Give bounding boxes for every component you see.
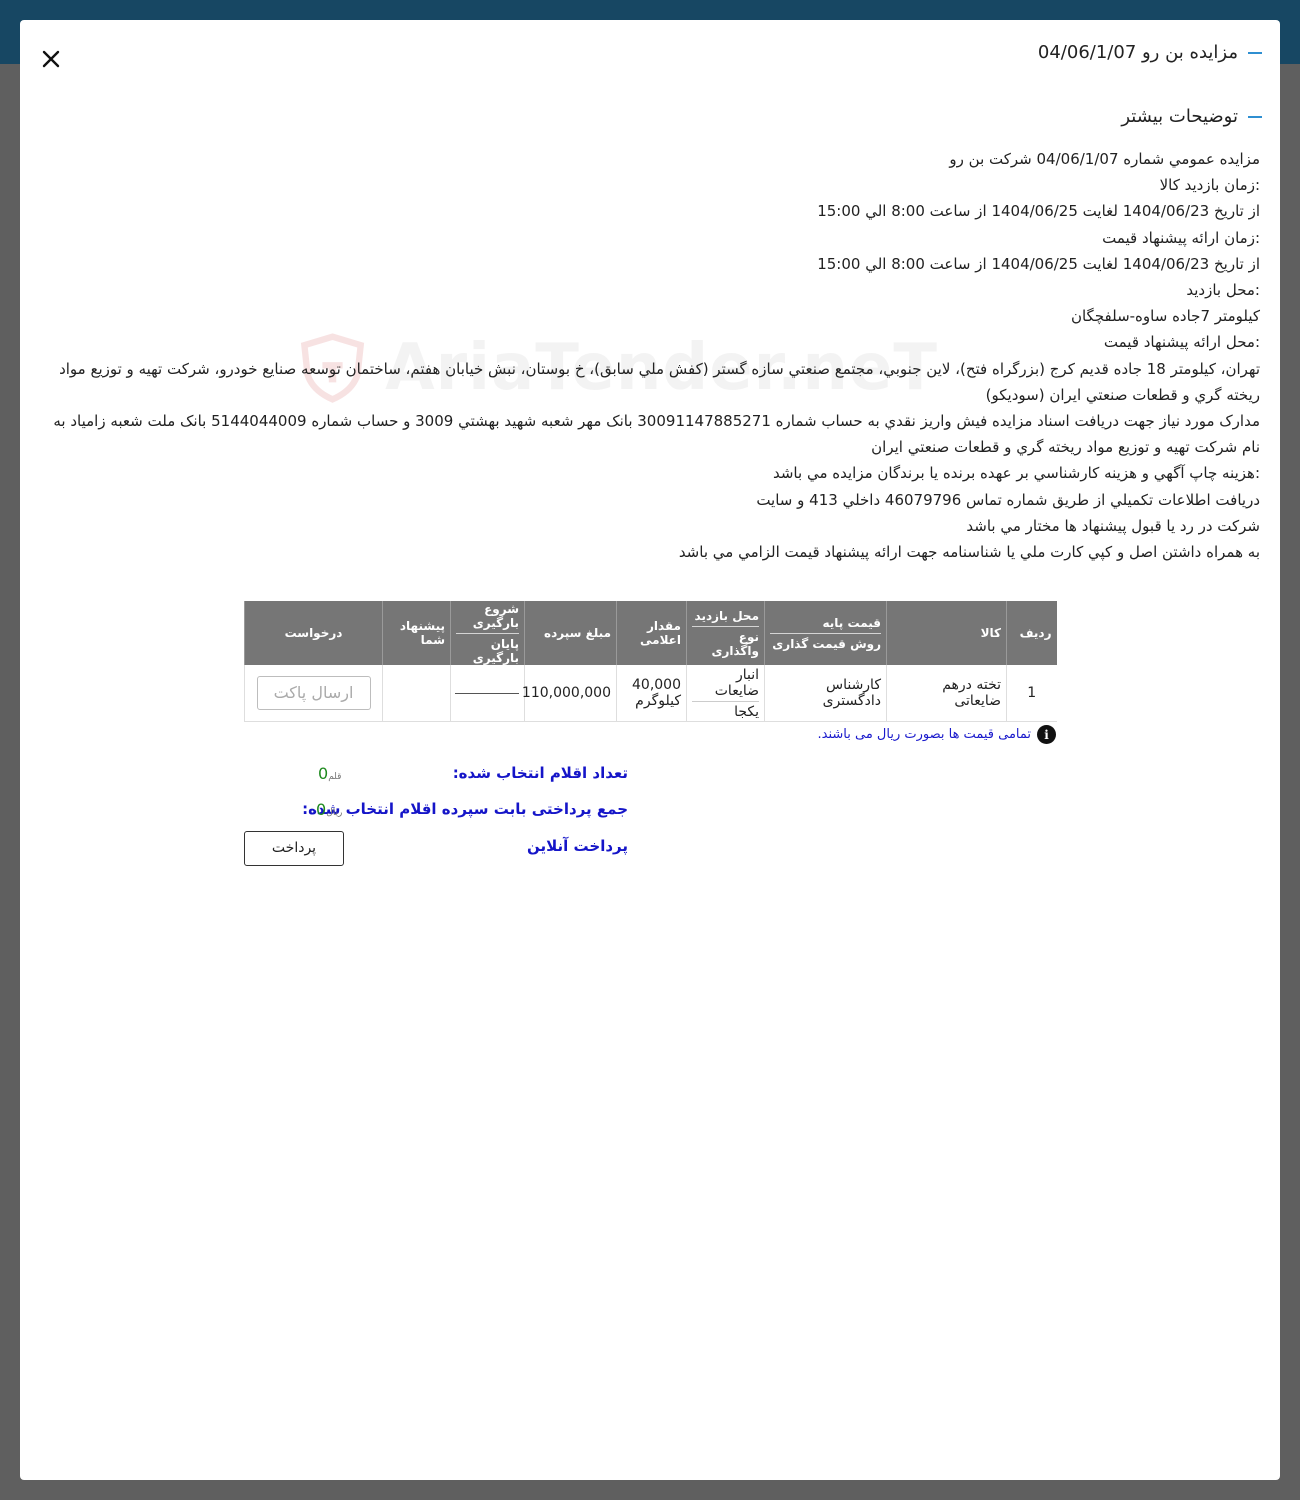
pay-button[interactable]: پرداخت	[244, 831, 344, 866]
cell-visit: انبار ضایعات یکجا	[686, 665, 765, 722]
header-deposit: مبلغ سپرده	[524, 601, 617, 665]
description-line: دريافت اطلاعات تكميلي از طريق شماره تماس…	[756, 490, 1260, 509]
cell-row-number: 1	[1006, 665, 1057, 722]
info-icon: i	[1037, 725, 1056, 744]
description-line: :زمان بازدید کالا	[1159, 176, 1260, 195]
quantity-unit: کیلوگرم	[635, 693, 681, 709]
description-line: به همراه داشتن اصل و كپي كارت ملي يا شنا…	[678, 543, 1260, 562]
description-line: كيلومتر 7جاده ساوه-سلفچگان	[1070, 307, 1260, 326]
header-transfer-type: نوع واگذاری	[692, 625, 759, 658]
cell-pricing-method: کارشناس دادگستری	[764, 665, 887, 722]
online-payment-label: پرداخت آنلاین	[526, 837, 628, 855]
total-payment-label: جمع پرداختی بابت سپرده اقلام انتخاب شده:	[302, 800, 628, 818]
header-price: قیمت پایه روش قیمت گذاری	[764, 601, 887, 665]
modal-title: مزایده بن رو 04/06/1/07	[1038, 42, 1262, 63]
cell-visit-location: انبار ضایعات	[714, 666, 759, 699]
description-line: از تاریخ 1404/06/23 لغایت 1404/06/25 از …	[817, 202, 1260, 221]
header-your-offer: پیشنهاد شما	[382, 601, 451, 665]
header-loading-start: شروع بارگیری	[472, 601, 519, 630]
cell-deposit: 110,000,000	[522, 665, 617, 722]
description-line: :زمان ارائه پیشنهاد قیمت	[1102, 228, 1260, 247]
description-line: از تاریخ 1404/06/23 لغایت 1404/06/25 از …	[817, 254, 1260, 273]
rial-note-text: تمامی قیمت ها بصورت ریال می باشند.	[817, 727, 1032, 742]
header-item: کالا	[886, 601, 1007, 665]
description-line: مدارک مورد نیاز جهت دریافت اسناد مزايده …	[53, 412, 1260, 457]
table-header-row: ردیف کالا قیمت پایه روش قیمت گذاری محل ب…	[244, 601, 1057, 665]
description-line: :محل بازدید	[1186, 281, 1260, 300]
cell-transfer-type: یکجا	[692, 700, 759, 720]
rial-note: i تمامی قیمت ها بصورت ریال می باشند.	[817, 725, 1056, 744]
header-request: درخواست	[244, 601, 383, 665]
modal-title-text: مزایده بن رو 04/06/1/07	[1037, 42, 1238, 63]
table-row: 1 تخته درهم ضایعاتی کارشناس دادگستری انب…	[244, 665, 1057, 722]
title-dash	[1248, 51, 1262, 54]
total-payment: ریال 0	[316, 800, 346, 819]
loading-empty-dash	[455, 692, 519, 694]
header-pricing-method: روش قیمت گذاری	[770, 632, 881, 651]
cell-loading	[450, 665, 525, 722]
cell-item: تخته درهم ضایعاتی	[886, 665, 1007, 722]
items-table: ردیف کالا قیمت پایه روش قیمت گذاری محل ب…	[244, 601, 1057, 722]
description-line: مزايده عمومي شماره 04/06/1/07 شركت بن رو	[949, 150, 1260, 168]
header-row-number: ردیف	[1006, 601, 1057, 665]
selected-count-label: تعداد اقلام انتخاب شده:	[452, 764, 628, 782]
total-payment-value: 0	[316, 800, 327, 819]
description-line: :محل ارائه پیشنهاد قیمت	[1103, 333, 1260, 352]
quantity-value: 40,000	[632, 677, 681, 693]
selected-count: قلم 0	[318, 764, 345, 783]
auction-modal: مزایده بن رو 04/06/1/07 توضیحات بیشتر Ar…	[20, 20, 1280, 1480]
description-line: :هزينه چاپ آگهي و هزينه كارشناسي بر عهده…	[772, 464, 1260, 483]
description-block: مزايده عمومي شماره 04/06/1/07 شركت بن رو…	[45, 146, 1260, 565]
close-button[interactable]	[38, 46, 64, 72]
description-line: شركت در رد يا قبول پيشنهاد ها مختار مي ب…	[966, 516, 1260, 535]
close-icon	[42, 50, 60, 68]
more-details-text: توضیحات بیشتر	[1121, 106, 1238, 127]
title-dash	[1248, 115, 1262, 118]
cell-your-offer	[382, 665, 451, 722]
header-visit-location: محل بازدید	[694, 608, 759, 623]
header-base-price: قیمت پایه	[822, 615, 881, 630]
selected-count-value: 0	[318, 764, 329, 783]
header-loading-end: پایان بارگیری	[456, 632, 519, 665]
header-quantity: مقدار اعلامی	[616, 601, 687, 665]
cell-quantity: 40,000 کیلوگرم	[616, 665, 687, 722]
send-packet-button[interactable]: ارسال پاکت	[256, 676, 371, 710]
header-visit: محل بازدید نوع واگذاری	[686, 601, 765, 665]
selected-unit: قلم	[328, 772, 342, 782]
description-line: تهران، كيلومتر 18 جاده قديم كرج (بزرگراه…	[59, 359, 1260, 404]
cell-request: ارسال پاکت	[244, 665, 383, 722]
total-unit: ریال	[326, 808, 343, 818]
more-details-title: توضیحات بیشتر	[1121, 106, 1262, 127]
header-loading: شروع بارگیری پایان بارگیری	[450, 601, 525, 665]
